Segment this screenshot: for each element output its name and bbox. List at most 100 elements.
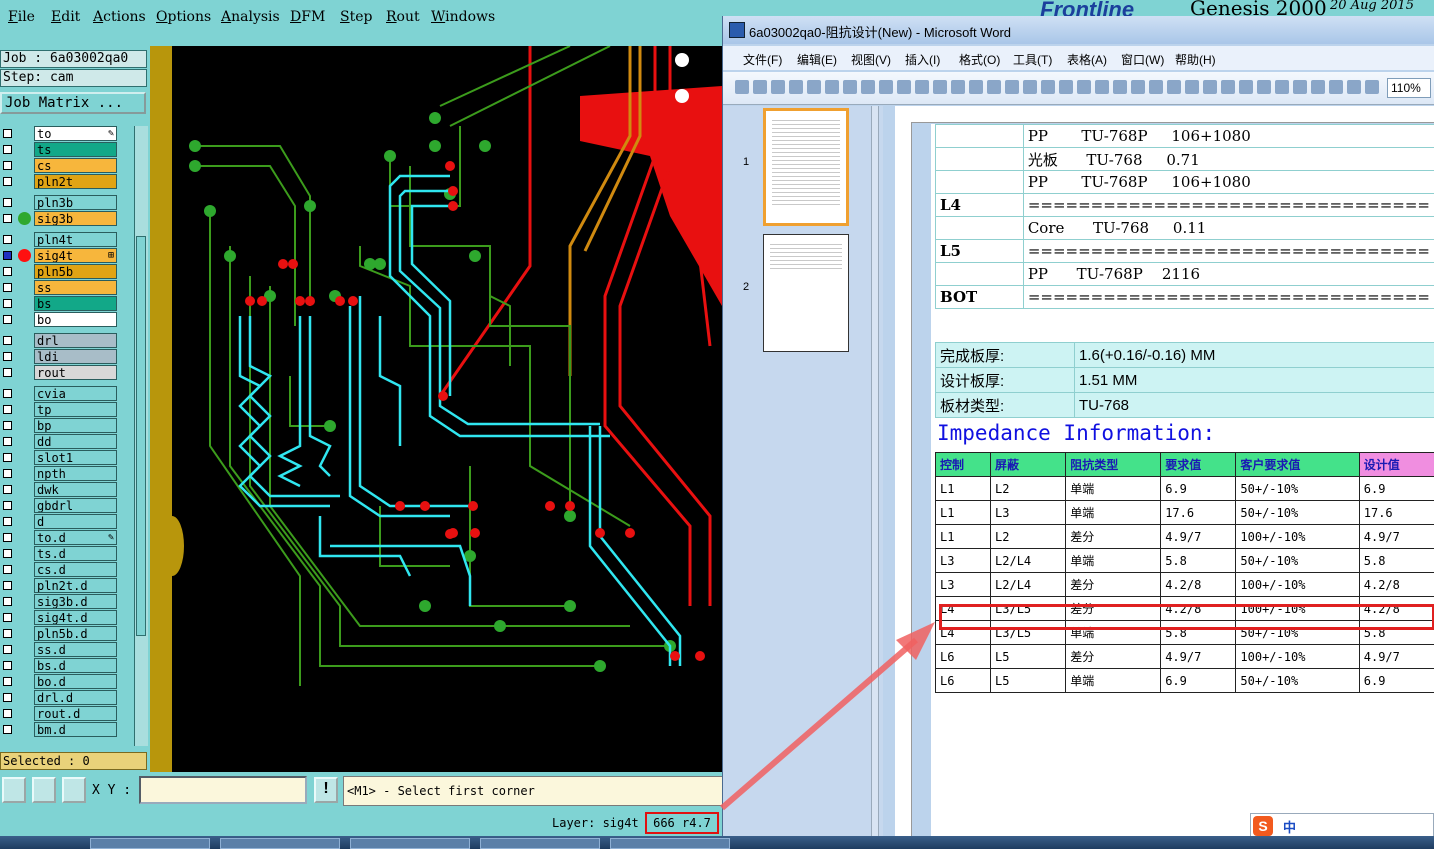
layer-row[interactable]: sig4t ⊞ — [0, 248, 134, 264]
word-menu-item[interactable]: 视图(V) — [851, 51, 891, 68]
layer-row[interactable]: cvia — [0, 386, 134, 402]
toolbar-button-icon[interactable] — [969, 80, 983, 94]
alert-button[interactable]: ! — [314, 777, 338, 803]
layer-name[interactable]: rout — [34, 365, 117, 380]
layer-row[interactable]: pln2t — [0, 174, 134, 190]
word-menu-item[interactable]: 格式(O) — [959, 51, 1000, 68]
toolbar-button-icon[interactable] — [1311, 80, 1325, 94]
toolbar-button-icon[interactable] — [1221, 80, 1235, 94]
toolbar-button-icon[interactable] — [1095, 80, 1109, 94]
layer-name[interactable]: cs.d — [34, 562, 117, 577]
layer-row[interactable]: sig3b — [0, 211, 134, 227]
layer-row[interactable]: slot1 — [0, 450, 134, 466]
toolbar-button-icon[interactable] — [1023, 80, 1037, 94]
layer-name[interactable]: bs.d — [34, 658, 117, 673]
taskbar-item[interactable] — [480, 838, 600, 849]
layer-checkbox[interactable] — [3, 725, 12, 734]
layer-row[interactable]: sig3b.d — [0, 594, 134, 610]
layer-checkbox[interactable] — [3, 645, 12, 654]
layer-row[interactable]: d — [0, 514, 134, 530]
layer-checkbox[interactable] — [3, 565, 12, 574]
layer-row[interactable]: cs.d — [0, 562, 134, 578]
layer-name[interactable]: bo — [34, 312, 117, 327]
layer-name[interactable]: bo.d — [34, 674, 117, 689]
layer-checkbox[interactable] — [3, 161, 12, 170]
layer-checkbox[interactable] — [3, 251, 12, 260]
toolbar-button-icon[interactable] — [1005, 80, 1019, 94]
menu-options[interactable]: Options — [156, 9, 211, 25]
layer-row[interactable]: npth — [0, 466, 134, 482]
menu-actions[interactable]: Actions — [93, 9, 146, 25]
layer-checkbox[interactable] — [3, 709, 12, 718]
toolbar-button-icon[interactable] — [1149, 80, 1163, 94]
toolbar-button-icon[interactable] — [1239, 80, 1253, 94]
toolbar-button-icon[interactable] — [987, 80, 1001, 94]
layer-row[interactable]: to ✎ — [0, 126, 134, 142]
layer-name[interactable]: pln2t — [34, 174, 117, 189]
toolbar-button-icon[interactable] — [1113, 80, 1127, 94]
layer-checkbox[interactable] — [3, 389, 12, 398]
layer-row[interactable]: pln2t.d — [0, 578, 134, 594]
menu-step[interactable]: Step — [340, 9, 372, 25]
layer-checkbox[interactable] — [3, 235, 12, 244]
layer-checkbox[interactable] — [3, 214, 12, 223]
toolbar-button-icon[interactable] — [1275, 80, 1289, 94]
toolbar-button-icon[interactable] — [1131, 80, 1145, 94]
toolbar-button-icon[interactable] — [951, 80, 965, 94]
toolbar-button-icon[interactable] — [1185, 80, 1199, 94]
ime-toolbar[interactable]: S 中 — [1250, 813, 1434, 837]
measure-button[interactable] — [32, 777, 56, 803]
layer-name[interactable]: drl — [34, 333, 117, 348]
layer-checkbox[interactable] — [3, 501, 12, 510]
layer-name[interactable]: cvia — [34, 386, 117, 401]
toolbar-button-icon[interactable] — [861, 80, 875, 94]
layer-row[interactable]: ss — [0, 280, 134, 296]
word-menu-item[interactable]: 窗口(W) — [1121, 51, 1164, 68]
layer-name[interactable]: npth — [34, 466, 117, 481]
layer-row[interactable]: bo.d — [0, 674, 134, 690]
toolbar-button-icon[interactable] — [771, 80, 785, 94]
layer-checkbox[interactable] — [3, 421, 12, 430]
layer-row[interactable]: ts.d — [0, 546, 134, 562]
toolbar-button-icon[interactable] — [735, 80, 749, 94]
toolbar-button-icon[interactable] — [1077, 80, 1091, 94]
layer-row[interactable]: dd — [0, 434, 134, 450]
layer-name[interactable]: sig4t.d — [34, 610, 117, 625]
toolbar-button-icon[interactable] — [1041, 80, 1055, 94]
layer-row[interactable]: pln5b.d — [0, 626, 134, 642]
layer-checkbox[interactable] — [3, 613, 12, 622]
layer-checkbox[interactable] — [3, 368, 12, 377]
job-matrix-button[interactable]: Job Matrix ... — [0, 92, 146, 114]
layer-row[interactable]: bo — [0, 312, 134, 328]
layer-name[interactable]: drl.d — [34, 690, 117, 705]
layer-checkbox[interactable] — [3, 485, 12, 494]
layer-row[interactable]: bs — [0, 296, 134, 312]
toolbar-button-icon[interactable] — [1257, 80, 1271, 94]
ime-language[interactable]: 中 — [1283, 817, 1296, 836]
menu-rout[interactable]: Rout — [386, 9, 420, 25]
word-menu-item[interactable]: 编辑(E) — [797, 51, 837, 68]
xy-input[interactable] — [139, 776, 307, 804]
layer-row[interactable]: sig4t.d — [0, 610, 134, 626]
layer-name[interactable]: ss.d — [34, 642, 117, 657]
layer-name[interactable]: gbdrl — [34, 498, 117, 513]
layer-name[interactable]: dd — [34, 434, 117, 449]
layer-row[interactable]: bs.d — [0, 658, 134, 674]
layer-name[interactable]: ts — [34, 142, 117, 157]
toolbar-button-icon[interactable] — [1347, 80, 1361, 94]
layer-row[interactable]: drl.d — [0, 690, 134, 706]
layer-row[interactable]: pln3b — [0, 195, 134, 211]
toolbar-button-icon[interactable] — [1293, 80, 1307, 94]
word-menu-item[interactable]: 工具(T) — [1013, 51, 1052, 68]
page-thumbnail-2[interactable] — [763, 234, 849, 352]
horizontal-ruler[interactable] — [895, 106, 1434, 123]
grid-button[interactable] — [62, 777, 86, 803]
layer-row[interactable]: ts — [0, 142, 134, 158]
toolbar-button-icon[interactable] — [789, 80, 803, 94]
layer-checkbox[interactable] — [3, 629, 12, 638]
layer-checkbox[interactable] — [3, 549, 12, 558]
layer-row[interactable]: gbdrl — [0, 498, 134, 514]
layer-row[interactable]: rout — [0, 365, 134, 381]
toolbar-button-icon[interactable] — [897, 80, 911, 94]
toolbar-button-icon[interactable] — [825, 80, 839, 94]
